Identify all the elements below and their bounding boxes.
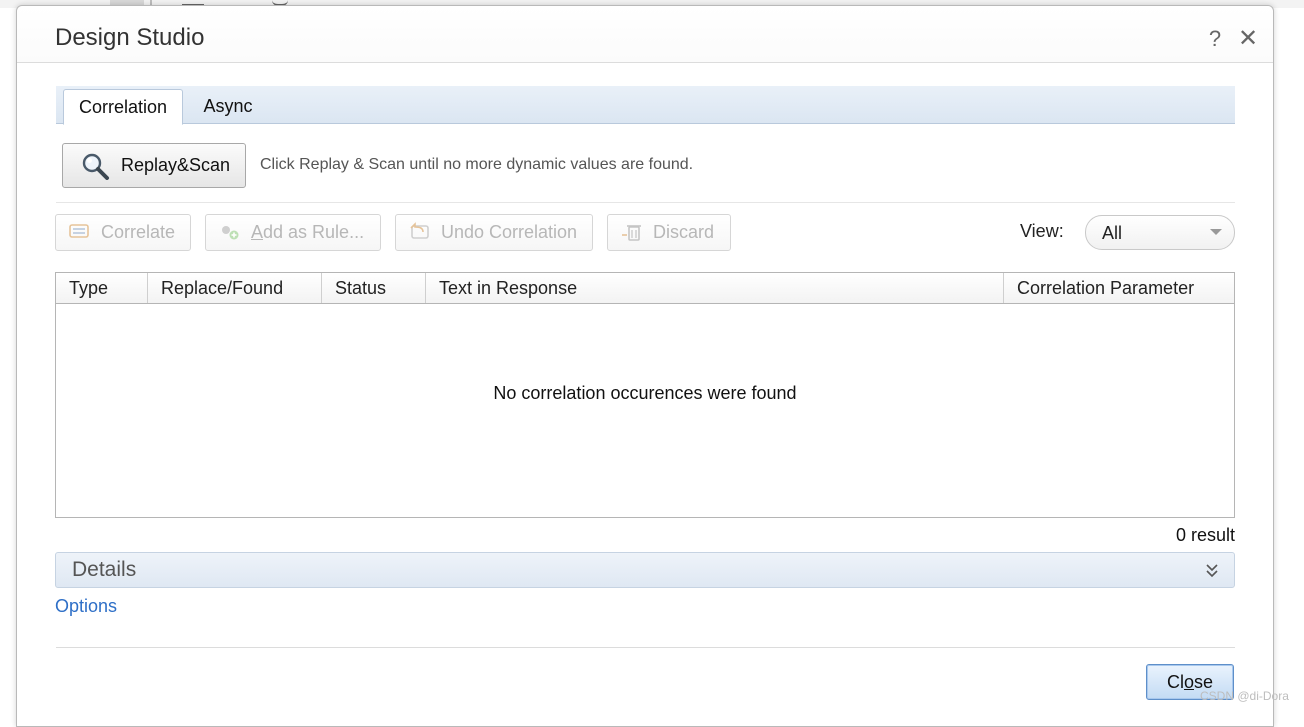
watermark: CSDN @di-Dora [1200,689,1289,703]
undo-correlation-icon [410,222,429,239]
correlate-icon [69,224,89,238]
add-as-rule-label: Add as Rule... [251,222,364,243]
column-header-replace-found[interactable]: Replace/Found [148,273,322,303]
close-label-pre: Cl [1166,672,1184,692]
options-link[interactable]: Options [55,596,117,617]
tab-async[interactable]: Async [191,89,265,123]
close-icon[interactable]: ✕ [1237,24,1259,53]
discard-button[interactable]: Discard [607,214,731,251]
view-dropdown-value: All [1102,223,1123,243]
column-header-type[interactable]: Type [56,273,148,303]
discard-label: Discard [653,222,715,242]
add-as-rule-button[interactable]: Add as Rule... [205,214,381,251]
tab-correlation[interactable]: Correlation [63,89,183,125]
details-label: Details [72,558,137,581]
close-label-mnemonic: o [1183,672,1194,692]
correlation-table: Type Replace/Found Status Text in Respon… [55,272,1235,518]
correlate-button[interactable]: Correlate [55,214,191,251]
design-studio-dialog: Design Studio ? ✕ Correlation Async Repl… [16,5,1274,727]
help-icon[interactable]: ? [1206,26,1224,52]
add-as-rule-label-rest: dd as Rule... [263,222,365,242]
undo-correlation-label: Undo Correlation [441,222,578,242]
empty-table-message: No correlation occurences were found [493,383,797,403]
magnifier-icon [82,153,109,180]
trash-icon [622,225,641,241]
dialog-title: Design Studio [55,24,205,51]
chevron-down-icon [1210,229,1222,235]
undo-correlation-button[interactable]: Undo Correlation [395,214,593,251]
dialog-titlebar: Design Studio ? ✕ [17,6,1273,63]
correlate-label: Correlate [101,222,176,242]
column-header-correlation-parameter[interactable]: Correlation Parameter [1004,273,1234,303]
view-dropdown[interactable]: All [1085,215,1235,250]
scan-hint: Click Replay & Scan until no more dynami… [260,156,694,173]
table-header: Type Replace/Found Status Text in Respon… [56,273,1234,304]
details-panel-header[interactable]: Details [55,552,1235,588]
add-as-rule-mnemonic: A [251,222,264,242]
replay-scan-button[interactable]: Replay&Scan [62,143,246,188]
replay-scan-label: Replay&Scan [121,155,231,175]
double-chevron-down-icon [1206,564,1218,578]
view-label: View: [1020,221,1064,241]
result-count: 0 result [1175,525,1235,545]
column-header-text-in-response[interactable]: Text in Response [426,273,1004,303]
add-rule-icon [222,226,239,240]
tab-bar: Correlation Async [56,86,1235,125]
footer-divider [56,647,1235,648]
column-header-status[interactable]: Status [322,273,426,303]
divider [56,202,1235,203]
